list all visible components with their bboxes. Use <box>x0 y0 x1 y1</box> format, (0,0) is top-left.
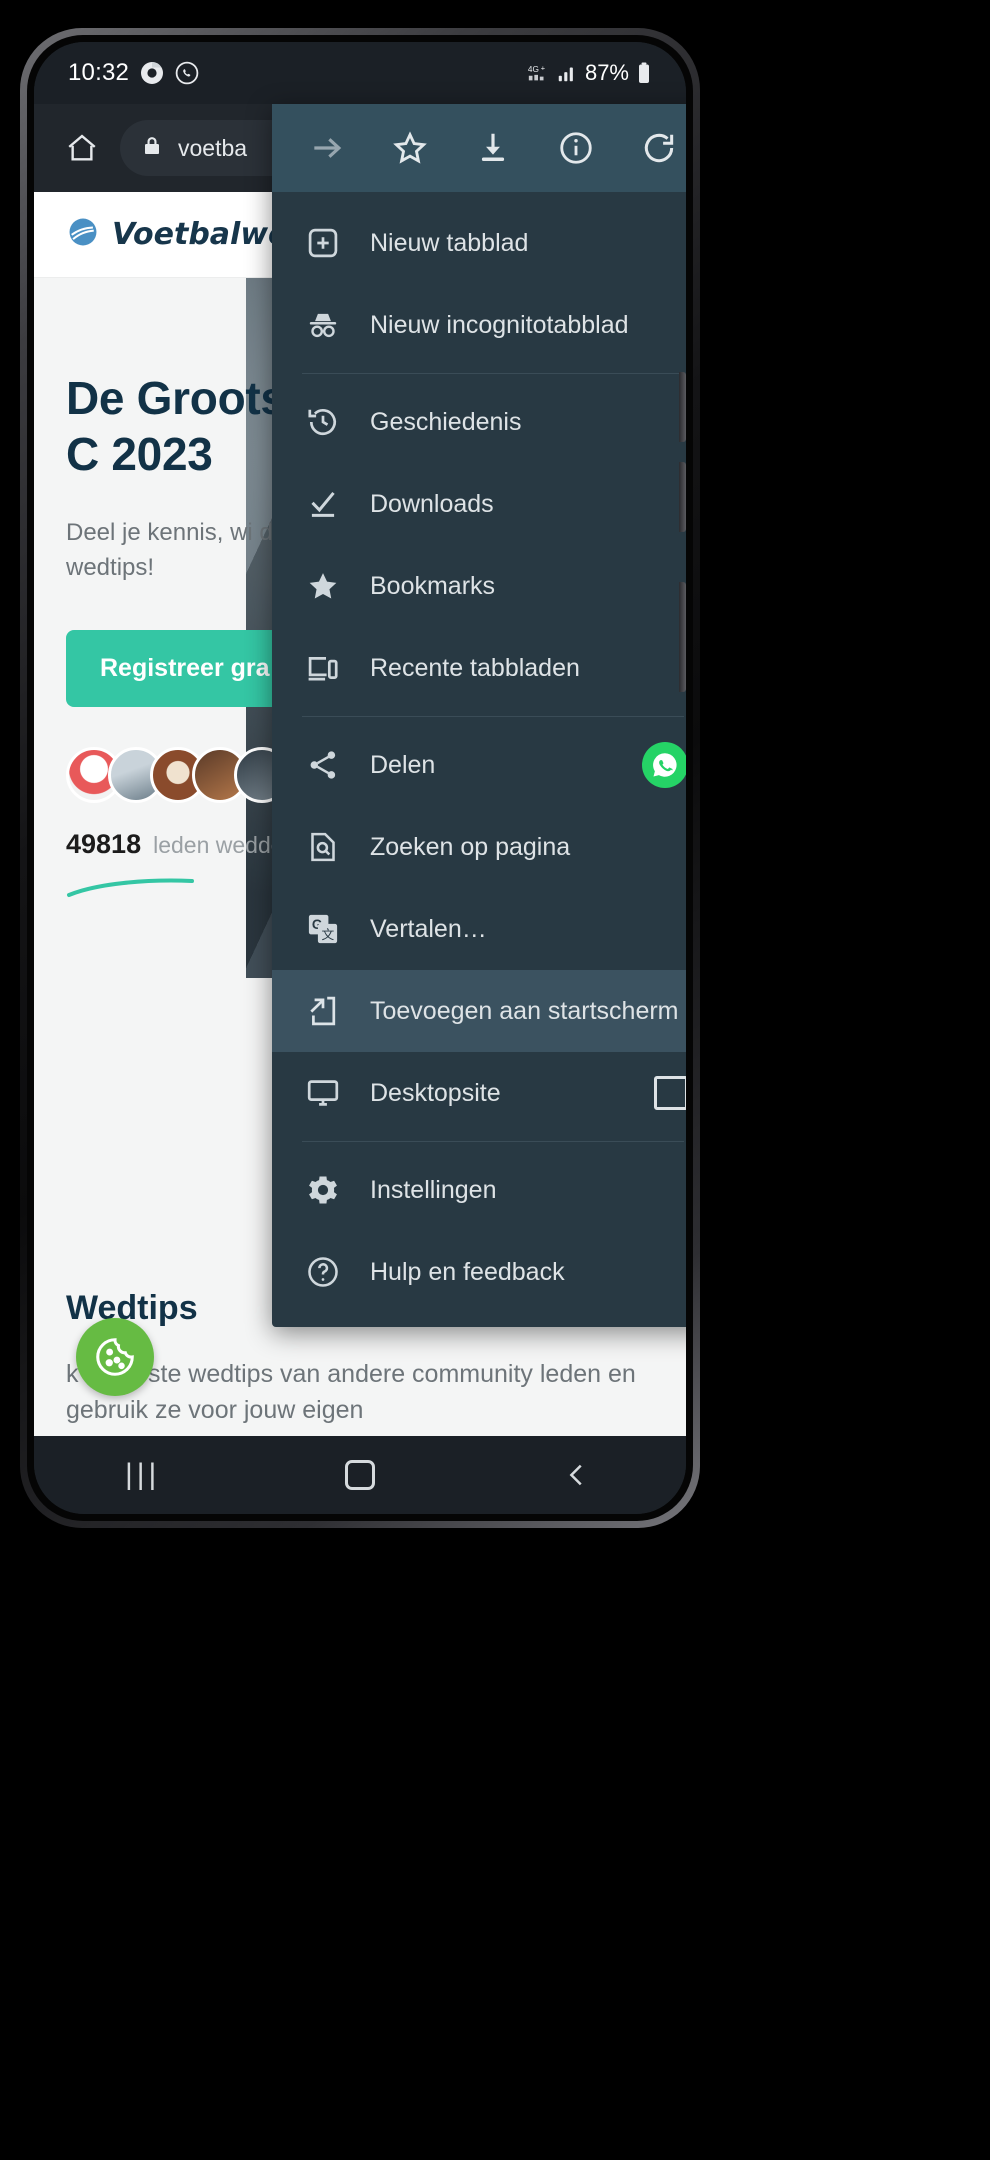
menu-item-downloads[interactable]: Downloads <box>272 463 686 545</box>
add-to-home-icon <box>302 993 344 1029</box>
menu-separator <box>302 716 684 717</box>
menu-item-vertalen[interactable]: G文 Vertalen… <box>272 888 686 970</box>
home-icon[interactable] <box>54 131 110 165</box>
menu-item-nieuw-tabblad[interactable]: Nieuw tabblad <box>272 202 686 284</box>
gear-icon <box>302 1172 344 1208</box>
volume-down-button[interactable] <box>679 462 686 532</box>
phone-screen: 10:32 4G + 87% voetba Voetbalwedd De Gro… <box>34 42 686 1514</box>
url-text: voetba <box>178 134 248 161</box>
phone-bezel: 10:32 4G + 87% voetba Voetbalwedd De Gro… <box>27 35 693 1521</box>
history-icon <box>302 404 344 440</box>
svg-text:4G: 4G <box>528 65 539 74</box>
incognito-icon <box>302 307 344 343</box>
menu-item-label: Hulp en feedback <box>370 1257 565 1286</box>
nfc-icon: 4G + <box>527 62 549 84</box>
star-filled-icon <box>302 568 344 604</box>
menu-top-actions <box>272 104 686 192</box>
section-body: k de beste wedtips van andere community … <box>66 1359 636 1424</box>
menu-item-label: Downloads <box>370 489 494 518</box>
whatsapp-share-icon[interactable] <box>642 742 686 788</box>
status-bar: 10:32 4G + 87% <box>34 42 686 104</box>
menu-item-label: Desktopsite <box>370 1078 501 1107</box>
battery-icon <box>636 61 652 85</box>
find-in-page-icon <box>302 829 344 865</box>
status-time: 10:32 <box>68 59 130 86</box>
help-icon <box>302 1254 344 1290</box>
menu-item-label: Bookmarks <box>370 571 496 600</box>
lock-icon <box>140 134 164 163</box>
signal-icon <box>556 62 578 84</box>
new-tab-icon <box>302 225 344 261</box>
menu-item-list: Nieuw tabblad Nieuw incognitotabblad Ges… <box>272 192 686 1327</box>
chrome-overflow-menu: Nieuw tabblad Nieuw incognitotabblad Ges… <box>272 104 686 1327</box>
recent-tabs-icon <box>302 650 344 686</box>
underline-swoosh <box>67 878 194 897</box>
menu-item-label: Geschiedenis <box>370 407 522 436</box>
menu-separator <box>302 1141 684 1142</box>
menu-item-desktopsite[interactable]: Desktopsite <box>272 1052 686 1134</box>
download-icon[interactable] <box>465 120 521 176</box>
home-square-icon[interactable] <box>315 1460 405 1490</box>
menu-item-hulp-en-feedback[interactable]: Hulp en feedback <box>272 1231 686 1313</box>
status-bar-right: 4G + 87% <box>527 60 652 86</box>
menu-item-toevoegen-aan-startscherm[interactable]: Toevoegen aan startscherm <box>272 970 686 1052</box>
power-button[interactable] <box>679 582 686 692</box>
cookie-icon[interactable] <box>76 1318 154 1396</box>
android-nav-bar: ||| <box>34 1436 686 1514</box>
battery-percent: 87% <box>584 60 629 85</box>
menu-item-nieuw-incognitotabblad[interactable]: Nieuw incognitotabblad <box>272 284 686 366</box>
menu-item-geschiedenis[interactable]: Geschiedenis <box>272 381 686 463</box>
menu-separator <box>302 373 684 374</box>
menu-item-label: Instellingen <box>370 1175 497 1204</box>
site-logo-icon <box>66 215 100 254</box>
menu-item-recente-tabbladen[interactable]: Recente tabbladen <box>272 627 686 709</box>
menu-item-label: Nieuw tabblad <box>370 228 529 257</box>
phone-frame: 10:32 4G + 87% voetba Voetbalwedd De Gro… <box>20 28 700 1528</box>
register-button[interactable]: Registreer gra <box>66 629 304 707</box>
menu-item-label: Vertalen… <box>370 914 487 943</box>
info-icon[interactable] <box>548 120 604 176</box>
members-count: 49818 <box>66 828 142 859</box>
desktop-icon <box>302 1075 344 1111</box>
downloads-check-icon <box>302 486 344 522</box>
svg-text:+: + <box>541 63 545 72</box>
translate-icon: G文 <box>302 911 344 947</box>
star-outline-icon[interactable] <box>382 120 438 176</box>
reload-icon[interactable] <box>631 120 686 176</box>
menu-item-label: Toevoegen aan startscherm <box>370 996 679 1025</box>
whatsapp-icon <box>175 61 199 85</box>
members-label: leden wedde <box>153 831 284 858</box>
back-chevron-icon[interactable] <box>532 1460 622 1490</box>
menu-item-label: Nieuw incognitotabblad <box>370 310 629 339</box>
chrome-icon <box>140 61 164 85</box>
share-icon <box>302 747 344 783</box>
screenshot-root: 10:32 4G + 87% voetba Voetbalwedd De Gro… <box>0 0 990 2160</box>
forward-arrow-icon[interactable] <box>299 120 355 176</box>
volume-up-button[interactable] <box>679 372 686 442</box>
menu-item-label: Recente tabbladen <box>370 653 580 682</box>
menu-item-instellingen[interactable]: Instellingen <box>272 1149 686 1231</box>
menu-item-zoeken-op-pagina[interactable]: Zoeken op pagina <box>272 806 686 888</box>
desktopsite-checkbox[interactable] <box>654 1076 686 1110</box>
recents-button[interactable]: ||| <box>98 1458 188 1492</box>
menu-item-label: Zoeken op pagina <box>370 832 571 861</box>
status-bar-left: 10:32 <box>68 59 199 87</box>
menu-item-delen[interactable]: Delen <box>272 724 686 806</box>
menu-item-label: Delen <box>370 750 436 779</box>
svg-text:文: 文 <box>322 928 335 942</box>
menu-item-bookmarks[interactable]: Bookmarks <box>272 545 686 627</box>
